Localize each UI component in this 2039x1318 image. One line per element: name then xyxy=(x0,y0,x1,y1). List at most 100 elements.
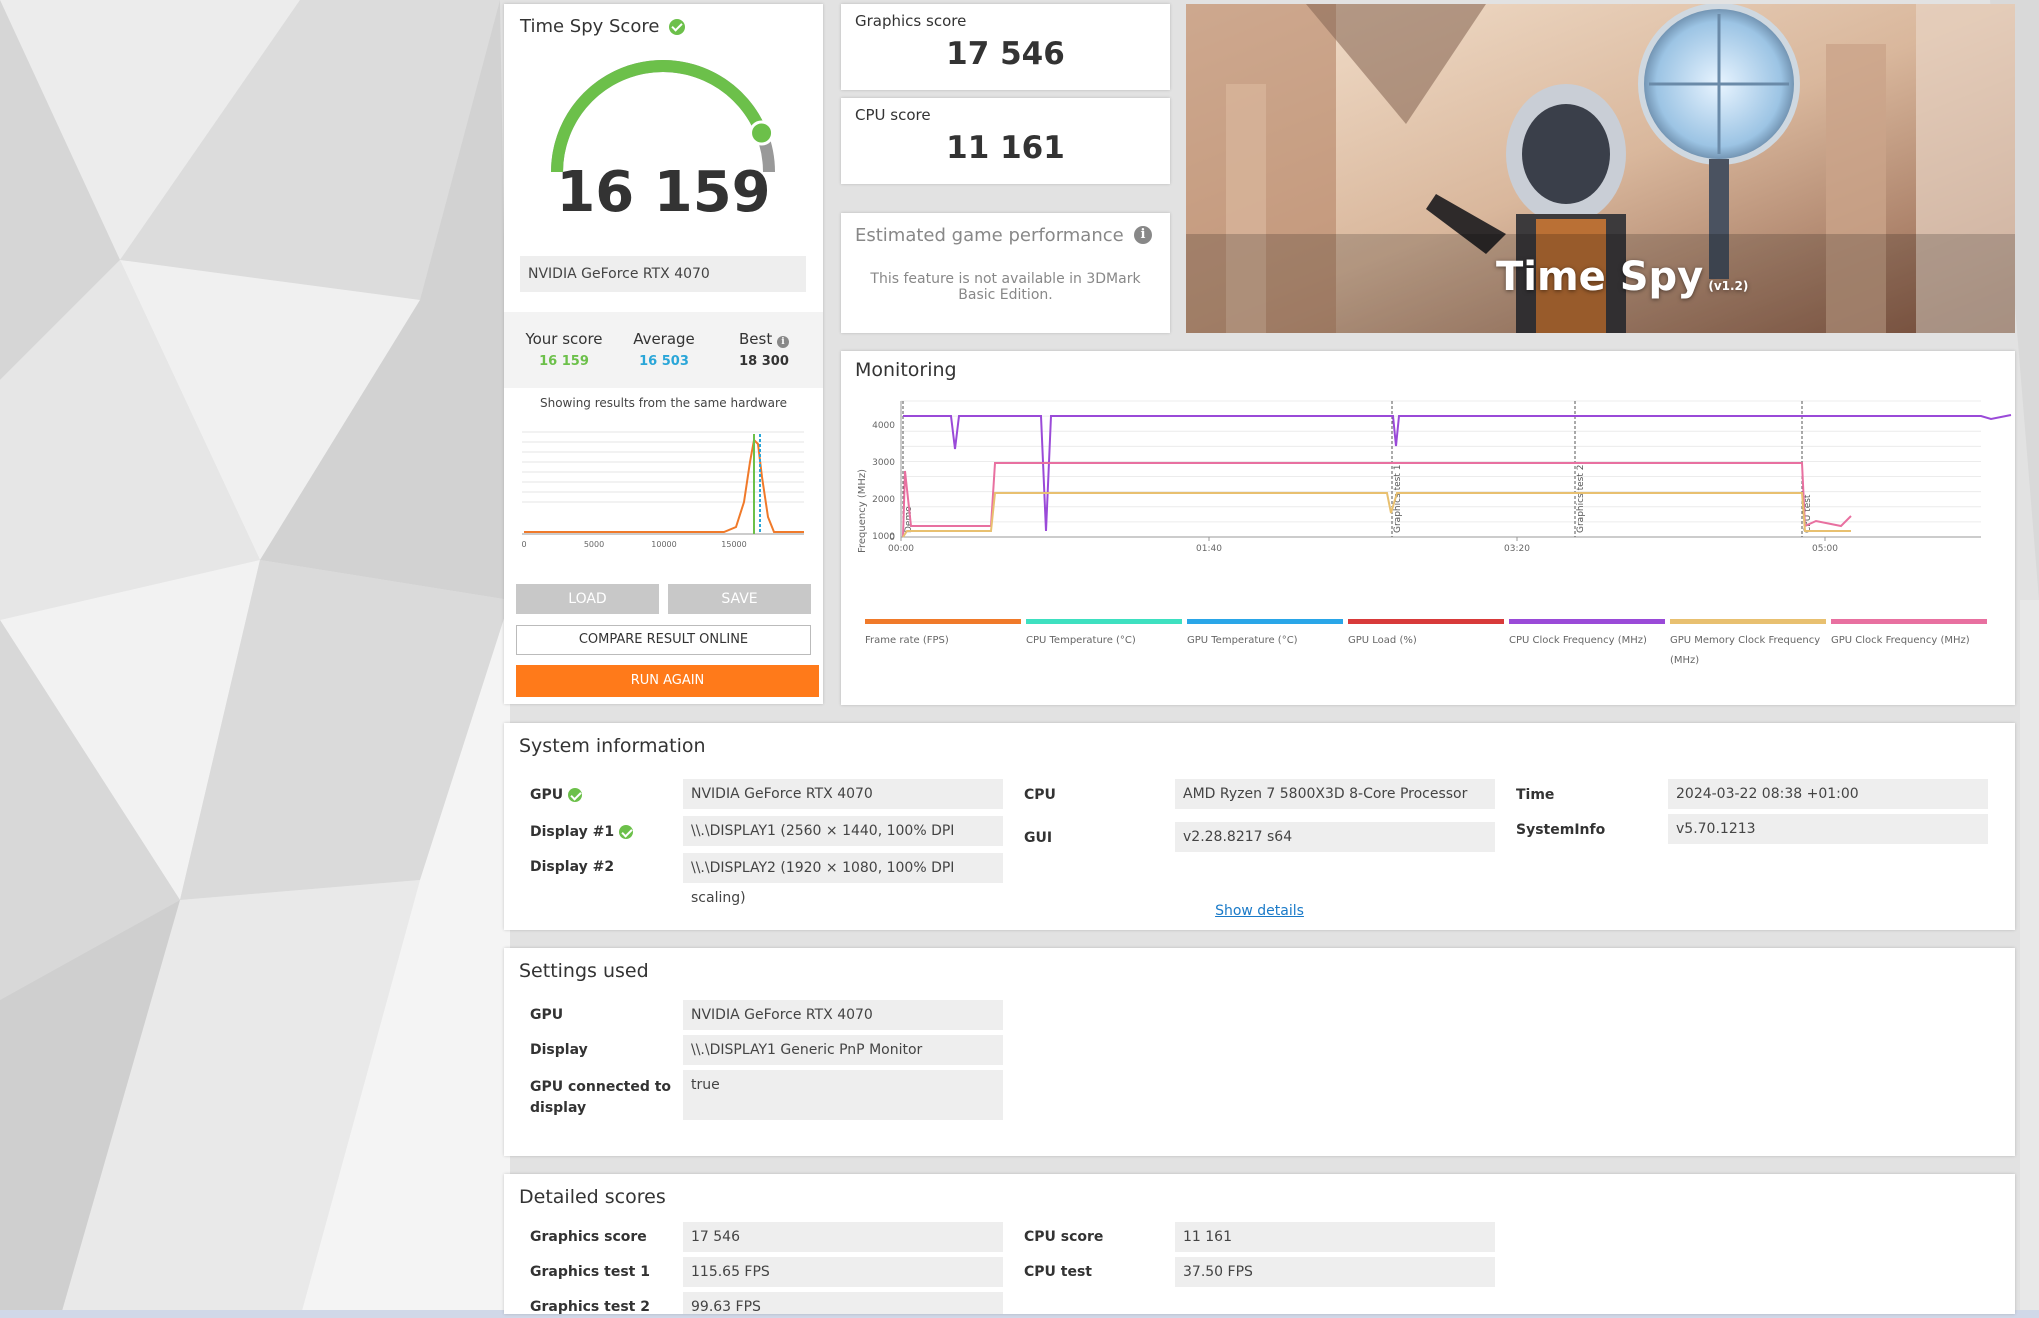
histogram-curve xyxy=(524,437,804,533)
cpu-score-label: CPU score xyxy=(855,106,931,124)
cpu-label: CPU xyxy=(1024,787,1056,803)
display2-value: \\.\DISPLAY2 (1920 × 1080, 100% DPI scal… xyxy=(683,853,1003,906)
best-label-text: Best xyxy=(739,330,773,348)
cpu-test-label: CPU test xyxy=(1024,1264,1092,1280)
settings-title: Settings used xyxy=(519,960,649,982)
settings-gpu-connected-label: GPU connected to display xyxy=(530,1077,671,1119)
system-information-panel: System information GPU NVIDIA GeForce RT… xyxy=(504,723,2015,930)
settings-gpu-label: GPU xyxy=(530,1007,564,1023)
banner-title-text: Time Spy xyxy=(1496,254,1704,300)
cpu-score-value: 11 161 xyxy=(946,130,1065,166)
legend-swatch[interactable] xyxy=(865,619,1021,624)
graphics-test2-label: Graphics test 2 xyxy=(530,1299,650,1314)
run-again-button[interactable]: RUN AGAIN xyxy=(516,665,819,697)
histogram-tick: 15000 xyxy=(721,540,746,549)
histogram-tick: 5000 xyxy=(584,540,604,549)
graphics-test1-value: 115.65 FPS xyxy=(683,1257,1003,1287)
histogram-tick: 0 xyxy=(521,540,526,549)
your-score-value: 16 159 xyxy=(539,354,589,369)
monitoring-title: Monitoring xyxy=(855,359,957,381)
estimated-game-performance-card: Estimated game performance i This featur… xyxy=(841,213,1170,333)
legend-label[interactable]: GPU Temperature (°C) xyxy=(1187,631,1343,651)
info-icon[interactable]: i xyxy=(1134,226,1152,244)
main-score: 16 159 xyxy=(556,160,771,225)
cpu-test-value: 37.50 FPS xyxy=(1175,1257,1495,1287)
banner-version: (v1.2) xyxy=(1708,279,1749,293)
legend-label[interactable]: GPU Memory Clock Frequency (MHz) xyxy=(1670,631,1826,671)
settings-gpu-connected-label-line2: display xyxy=(530,1100,587,1116)
graphics-test2-value: 99.63 FPS xyxy=(683,1292,1003,1314)
legend-label[interactable]: GPU Clock Frequency (MHz) xyxy=(1831,631,1987,651)
score-gpu-name: NVIDIA GeForce RTX 4070 xyxy=(520,256,806,292)
cpu-clock-line xyxy=(903,414,2012,532)
chart-x-tick: 00:00 xyxy=(888,544,914,554)
histogram-tick: 10000 xyxy=(651,540,676,549)
detailed-cpu-score-value: 11 161 xyxy=(1175,1222,1495,1252)
average-value: 16 503 xyxy=(639,354,689,369)
gpu-value: NVIDIA GeForce RTX 4070 xyxy=(683,779,1003,809)
score-histogram: 0 5000 10000 15000 xyxy=(521,431,804,549)
legend-swatch[interactable] xyxy=(1670,619,1826,624)
verified-check-icon xyxy=(618,825,633,839)
detailed-cpu-score-label: CPU score xyxy=(1024,1229,1104,1245)
display1-label: Display #1 xyxy=(530,824,633,840)
chart-y-tick: 2000 xyxy=(872,495,895,505)
average-label: Average xyxy=(633,330,695,348)
legend-swatch[interactable] xyxy=(1348,619,1504,624)
time-label: Time xyxy=(1516,787,1555,803)
info-icon[interactable]: i xyxy=(777,336,789,348)
gpu-label: GPU xyxy=(530,787,582,803)
score-panel: Time Spy Score 16 159 NVIDIA GeForce RTX… xyxy=(504,4,823,704)
cpu-value: AMD Ryzen 7 5800X3D 8-Core Processor xyxy=(1175,779,1495,809)
display1-label-text: Display #1 xyxy=(530,824,615,840)
detailed-scores-panel: Detailed scores Graphics score 17 546 Gr… xyxy=(504,1174,2015,1314)
graphics-test1-label: Graphics test 1 xyxy=(530,1264,650,1280)
cpu-score-card: CPU score 11 161 xyxy=(841,98,1170,184)
your-score-label: Your score xyxy=(525,330,603,348)
showing-results-note: Showing results from the same hardware xyxy=(539,396,788,410)
chart-phase-label: Graphics test 2 xyxy=(1576,465,1586,533)
systeminfo-value: v5.70.1213 xyxy=(1668,814,1988,844)
estimated-title: Estimated game performance xyxy=(855,225,1124,246)
best-value: 18 300 xyxy=(739,354,789,369)
graphics-score-value: 17 546 xyxy=(946,36,1065,72)
score-compare-block xyxy=(504,312,823,388)
chart-y-tick: 0 xyxy=(889,533,895,543)
legend-swatch[interactable] xyxy=(1026,619,1182,624)
legend-label[interactable]: CPU Temperature (°C) xyxy=(1026,631,1182,651)
legend-label[interactable]: GPU Load (%) xyxy=(1348,631,1504,651)
best-label: Best i xyxy=(714,330,814,348)
legend-label[interactable]: Frame rate (FPS) xyxy=(865,631,1021,651)
systeminfo-label: SystemInfo xyxy=(1516,822,1606,838)
save-button[interactable]: SAVE xyxy=(668,584,811,614)
graphics-score-card: Graphics score 17 546 xyxy=(841,4,1170,90)
detailed-graphics-score-label: Graphics score xyxy=(530,1229,647,1245)
chart-x-tick: 01:40 xyxy=(1196,544,1222,554)
system-information-title: System information xyxy=(519,735,706,757)
gauge-knob xyxy=(749,120,775,146)
chart-x-tick: 03:20 xyxy=(1504,544,1530,554)
settings-gpu-connected-value: true xyxy=(683,1070,1003,1120)
chart-y-tick: 3000 xyxy=(872,458,895,468)
settings-gpu-connected-label-line1: GPU connected to xyxy=(530,1079,672,1095)
gpu-label-text: GPU xyxy=(530,787,564,803)
verified-check-icon xyxy=(669,19,686,35)
chart-x-tick: 05:00 xyxy=(1812,544,1838,554)
time-spy-banner: Time Spy (v1.2) xyxy=(1186,4,2015,333)
chart-y-tick: 4000 xyxy=(872,421,895,431)
gauge-fill xyxy=(551,60,768,173)
legend-label[interactable]: CPU Clock Frequency (MHz) xyxy=(1509,631,1665,651)
legend-swatch[interactable] xyxy=(1509,619,1665,624)
gui-label: GUI xyxy=(1024,830,1053,846)
settings-gpu-value: NVIDIA GeForce RTX 4070 xyxy=(683,1000,1003,1030)
detailed-title: Detailed scores xyxy=(519,1186,666,1208)
score-title: Time Spy Score xyxy=(520,16,686,37)
compare-result-online-button[interactable]: COMPARE RESULT ONLINE xyxy=(516,625,811,655)
legend-swatch[interactable] xyxy=(1831,619,1987,624)
show-details-link[interactable]: Show details xyxy=(504,903,2015,919)
legend-swatch[interactable] xyxy=(1187,619,1343,624)
load-button[interactable]: LOAD xyxy=(516,584,659,614)
settings-display-label: Display xyxy=(530,1042,588,1058)
detailed-graphics-score-value: 17 546 xyxy=(683,1222,1003,1252)
estimated-message: This feature is not available in 3DMark … xyxy=(870,271,1141,303)
